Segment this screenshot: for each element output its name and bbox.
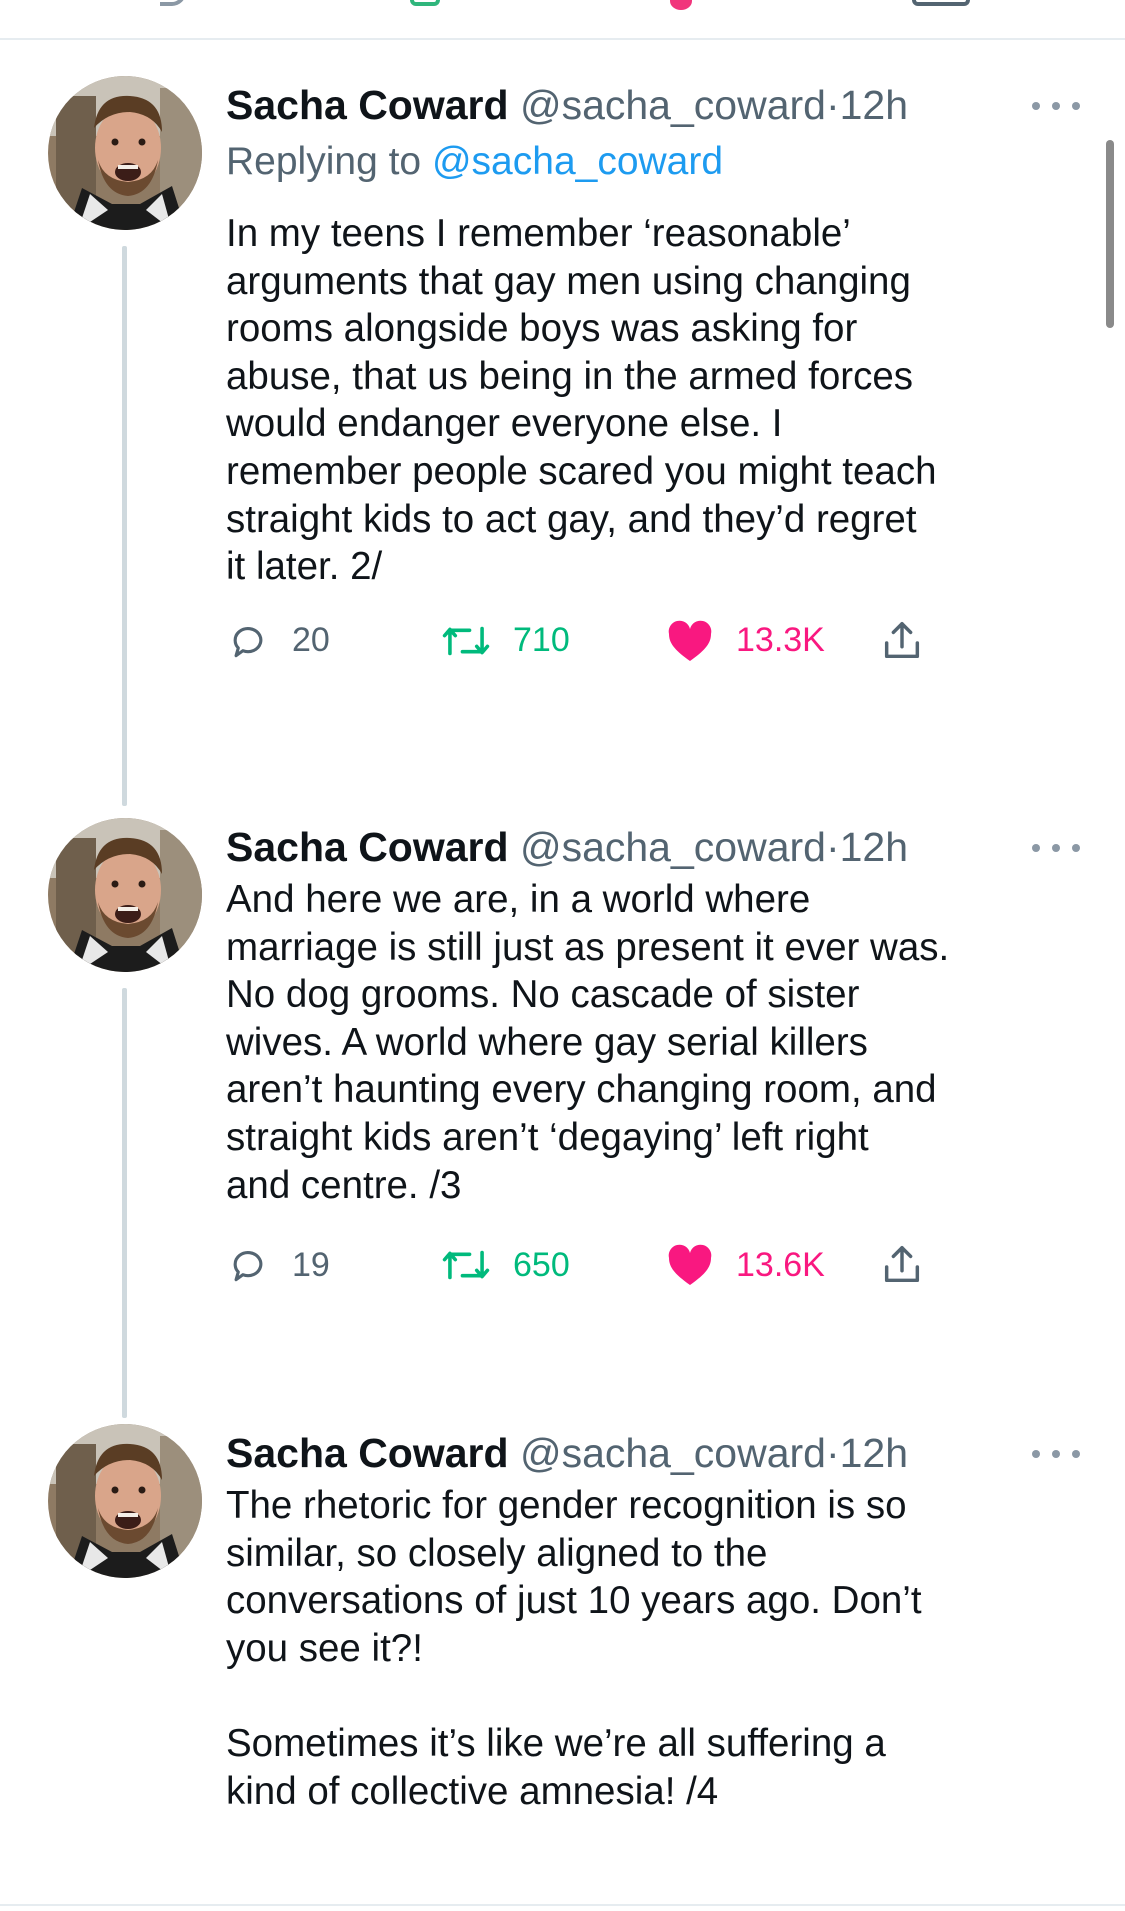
like-count: 13.3K — [736, 621, 825, 660]
like-button[interactable]: 13.3K — [666, 611, 825, 671]
separator-dot: · — [825, 824, 840, 870]
more-icon[interactable] — [1026, 76, 1086, 134]
reply-icon — [233, 1251, 263, 1282]
more-icon[interactable] — [1026, 1424, 1086, 1482]
reply-count: 19 — [292, 1245, 330, 1284]
retweet-count: 650 — [513, 1245, 570, 1284]
avatar[interactable] — [48, 818, 202, 972]
share-button[interactable] — [879, 1235, 925, 1295]
tweet-header: Sacha Coward @sacha_coward·12h — [226, 1424, 1086, 1482]
tweet-header: Sacha Coward @sacha_coward·12h — [226, 76, 1086, 134]
tweet-content: Sacha Coward @sacha_coward·12h And here … — [226, 818, 1086, 1295]
display-name[interactable]: Sacha Coward — [226, 82, 509, 128]
tweet-text: In my teens I remember ‘reasonable’ argu… — [226, 212, 937, 589]
replying-to: Replying to @sacha_coward — [226, 134, 1086, 190]
separator-dot: · — [825, 1430, 840, 1476]
user-handle[interactable]: @sacha_coward — [520, 1430, 826, 1476]
reply-icon[interactable] — [160, 0, 186, 6]
avatar[interactable] — [48, 1424, 202, 1578]
heart-icon — [668, 620, 712, 661]
divider — [0, 1904, 1125, 1906]
display-name[interactable]: Sacha Coward — [226, 1430, 509, 1476]
heart-icon[interactable] — [670, 0, 692, 10]
tweet-actions: 20 710 13.3K — [226, 611, 1086, 671]
reply-button[interactable]: 20 — [226, 611, 330, 671]
separator-dot: · — [825, 82, 840, 128]
thread-line — [122, 246, 127, 806]
tweet-text: The rhetoric for gender recognition is s… — [226, 1484, 922, 1813]
tweet-header: Sacha Coward @sacha_coward·12h — [226, 818, 1086, 876]
previous-tweet-action-bar — [0, 0, 1125, 40]
share-icon[interactable] — [912, 0, 970, 6]
tweet-text: And here we are, in a world where marria… — [226, 878, 950, 1207]
share-icon — [884, 621, 920, 658]
tweet-content: Sacha Coward @sacha_coward·12h Replying … — [226, 76, 1086, 671]
retweet-count: 710 — [513, 621, 570, 660]
timestamp[interactable]: 12h — [840, 824, 908, 870]
share-button[interactable] — [879, 611, 925, 671]
replying-to-link[interactable]: @sacha_coward — [432, 140, 723, 183]
retweet-button[interactable]: 650 — [441, 1235, 570, 1295]
user-handle[interactable]: @sacha_coward — [520, 824, 826, 870]
more-icon[interactable] — [1026, 818, 1086, 876]
timestamp[interactable]: 12h — [840, 82, 908, 128]
retweet-icon[interactable] — [410, 0, 440, 6]
like-button[interactable]: 13.6K — [666, 1235, 825, 1295]
user-handle[interactable]: @sacha_coward — [520, 82, 826, 128]
share-icon — [884, 1246, 920, 1283]
retweet-icon — [442, 1250, 490, 1280]
reply-button[interactable]: 19 — [226, 1235, 330, 1295]
scrollbar[interactable] — [1106, 140, 1114, 328]
heart-icon — [668, 1244, 712, 1286]
avatar[interactable] — [48, 76, 202, 230]
tweet-actions: 19 650 13.6K — [226, 1235, 1086, 1295]
reply-count: 20 — [292, 621, 330, 660]
reply-icon — [233, 626, 263, 657]
retweet-icon — [442, 626, 490, 656]
retweet-button[interactable]: 710 — [441, 611, 570, 671]
like-count: 13.6K — [736, 1245, 825, 1284]
display-name[interactable]: Sacha Coward — [226, 824, 509, 870]
timestamp[interactable]: 12h — [840, 1430, 908, 1476]
tweet-content: Sacha Coward @sacha_coward·12h The rheto… — [226, 1424, 1086, 1815]
thread-line — [122, 988, 127, 1418]
replying-prefix: Replying to — [226, 140, 422, 183]
